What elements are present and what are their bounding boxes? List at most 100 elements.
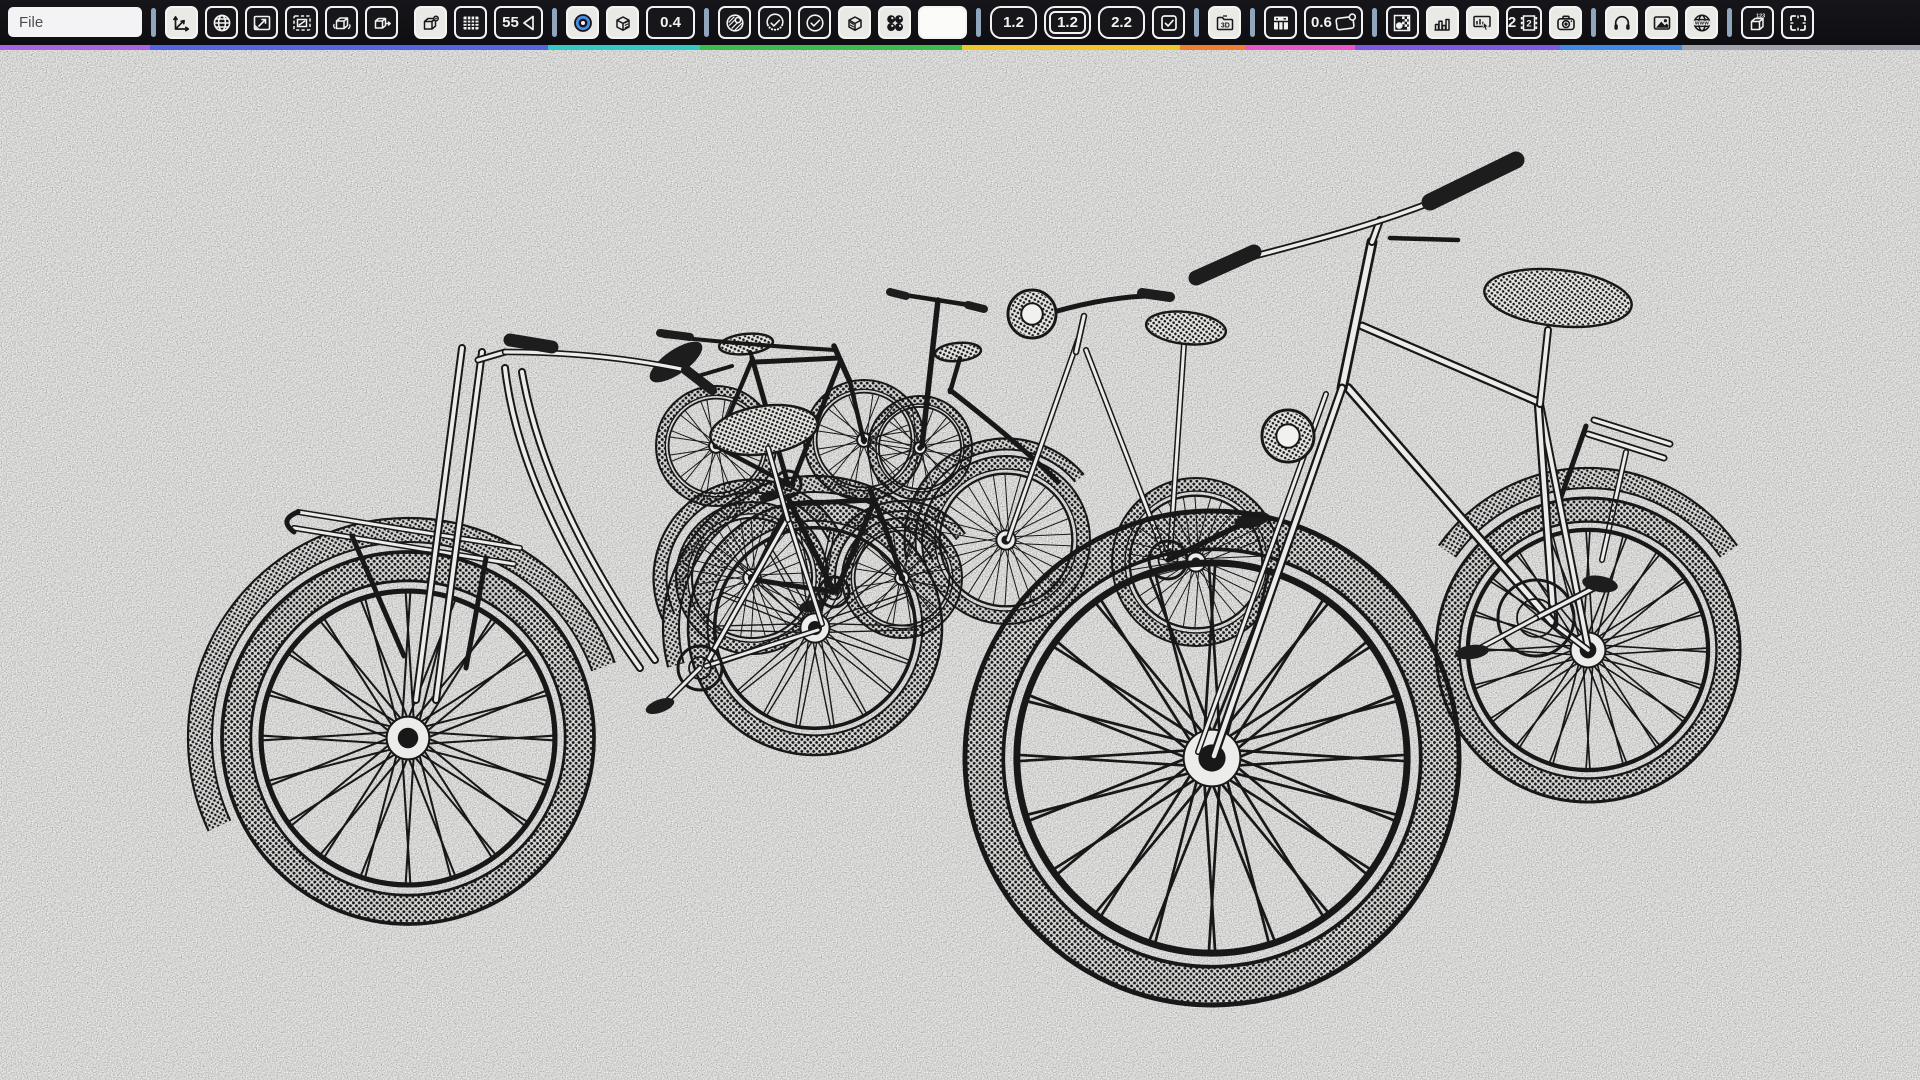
- strip-segment: [548, 45, 700, 50]
- image-icon: [1651, 12, 1673, 34]
- screen-icon: [251, 12, 273, 34]
- main-toolbar: File 55 0.4 1.2 1.2 2.2 3D 0.6 22 www 123: [0, 0, 1920, 50]
- headphones-icon: [1611, 12, 1633, 34]
- toolbar-separator: [704, 8, 709, 37]
- chart-picker-button[interactable]: [1466, 6, 1499, 39]
- checkdots-icon: [764, 12, 786, 34]
- screenshot-camera-button[interactable]: [1549, 6, 1582, 39]
- toolbar-separator: [1591, 8, 1596, 37]
- checkcircle-icon: [804, 12, 826, 34]
- dither-icon: [1391, 12, 1413, 34]
- hatchcube-icon: [844, 12, 866, 34]
- screen-project-button[interactable]: [245, 6, 278, 39]
- gamma-value-button-label: 2.2: [1111, 15, 1132, 30]
- strip-segment: [1245, 45, 1355, 50]
- cube123-icon: 123: [1747, 12, 1769, 34]
- gain2-value-button-label: 1.2: [1057, 15, 1078, 30]
- toolbar-separator: [1727, 8, 1732, 37]
- floor-grid-button[interactable]: [454, 6, 487, 39]
- toolbar-separator: [1250, 8, 1255, 37]
- solid-cube-button[interactable]: [606, 6, 639, 39]
- frame-icon: [291, 12, 313, 34]
- strip-segment: [700, 45, 962, 50]
- svg-text:3D: 3D: [1220, 22, 1229, 29]
- app-window: File 55 0.4 1.2 1.2 2.2 3D 0.6 22 www 123: [0, 0, 1920, 1080]
- matsphere-icon: [724, 12, 746, 34]
- fullscreen-icon: [1787, 12, 1809, 34]
- exposure-value-button[interactable]: 0.4: [646, 6, 695, 39]
- cube-rotate-button[interactable]: [325, 6, 358, 39]
- shading-dotted-check-button[interactable]: [758, 6, 791, 39]
- cubetr-icon: [371, 12, 393, 34]
- panel-grid-button[interactable]: [1264, 6, 1297, 39]
- tonemap-checkbox[interactable]: [1152, 6, 1185, 39]
- toolbar-color-strip: [0, 45, 1920, 50]
- cube-numbers-button[interactable]: 123: [1741, 6, 1774, 39]
- chartpick-icon: [1471, 12, 1493, 34]
- papercurl-icon: [1334, 12, 1356, 34]
- cube-pivot-button[interactable]: [414, 6, 447, 39]
- image-viewer-button[interactable]: [1645, 6, 1678, 39]
- focus-ring-button[interactable]: [566, 6, 599, 39]
- fullscreen-toggle-button[interactable]: [1781, 6, 1814, 39]
- gamma-value-button[interactable]: 2.2: [1098, 6, 1145, 39]
- folder3d-icon: 3D: [1214, 12, 1236, 34]
- svg-text:www: www: [1694, 20, 1709, 26]
- bicycle-illustration: [0, 50, 1920, 1080]
- histogram-icon: [1431, 12, 1453, 34]
- camera-fov-button[interactable]: 55: [494, 6, 543, 39]
- strip-segment: [962, 45, 1180, 50]
- strip-segment: [1560, 45, 1682, 50]
- strip-segment: [1180, 45, 1245, 50]
- file-menu-label: File: [19, 14, 43, 31]
- histogram-button[interactable]: [1426, 6, 1459, 39]
- color-swatch-button[interactable]: [918, 6, 967, 39]
- www-icon: www: [1691, 12, 1713, 34]
- gain2-value-button[interactable]: 1.2: [1044, 6, 1091, 39]
- frame-counter-button[interactable]: 22: [1506, 6, 1542, 39]
- frame-counter-button-label: 2: [1508, 15, 1516, 30]
- toolbar-separator: [1194, 8, 1199, 37]
- film-icon: 2: [1518, 12, 1540, 34]
- strip-segment: [0, 45, 150, 50]
- strip-segment: [1682, 45, 1920, 50]
- web-globe-button[interactable]: www: [1685, 6, 1718, 39]
- svg-text:2: 2: [1527, 18, 1532, 29]
- toolbar-separator: [151, 8, 156, 37]
- exposure-value-button-label: 0.4: [660, 15, 681, 30]
- spheres4-icon: [884, 12, 906, 34]
- toolbar-separator: [552, 8, 557, 37]
- panelgrid-icon: [1270, 12, 1292, 34]
- paper-strength-button-label: 0.6: [1311, 15, 1332, 30]
- axes-icon: [171, 12, 193, 34]
- axes-button[interactable]: [165, 6, 198, 39]
- record-icon: [572, 12, 594, 34]
- fovcam-icon: [521, 12, 535, 34]
- toolbar-separator: [976, 8, 981, 37]
- cube-translate-button[interactable]: [365, 6, 398, 39]
- material-spheres-button[interactable]: [878, 6, 911, 39]
- shading-check-button[interactable]: [798, 6, 831, 39]
- folder-3d-button[interactable]: 3D: [1208, 6, 1241, 39]
- globe-icon: [211, 12, 233, 34]
- dither-pattern-button[interactable]: [1386, 6, 1419, 39]
- strip-segment: [150, 45, 548, 50]
- globe-button[interactable]: [205, 6, 238, 39]
- camera-fov-button-label: 55: [502, 15, 519, 30]
- cuberot-icon: [331, 12, 353, 34]
- svg-text:123: 123: [1756, 13, 1765, 19]
- floorgrid-icon: [460, 12, 482, 34]
- strip-segment: [1355, 45, 1560, 50]
- audio-headphones-button[interactable]: [1605, 6, 1638, 39]
- toolbar-separator: [1372, 8, 1377, 37]
- selection-frame-button[interactable]: [285, 6, 318, 39]
- camera-icon: [1555, 12, 1577, 34]
- clip-cube-button[interactable]: [838, 6, 871, 39]
- solidcube-icon: [612, 12, 634, 34]
- gain-value-button[interactable]: 1.2: [990, 6, 1037, 39]
- paper-strength-button[interactable]: 0.6: [1304, 6, 1363, 39]
- file-menu-button[interactable]: File: [8, 7, 142, 37]
- material-sphere-button[interactable]: [718, 6, 751, 39]
- viewport-canvas[interactable]: [0, 50, 1920, 1080]
- cubepivot-icon: [420, 12, 442, 34]
